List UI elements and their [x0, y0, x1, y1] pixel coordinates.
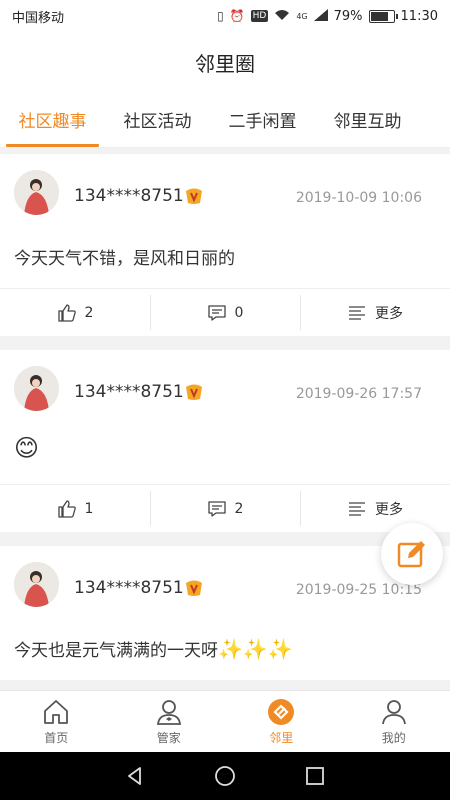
comment-icon — [207, 500, 226, 517]
carrier-label: 中国移动 — [12, 10, 65, 26]
nav-profile[interactable]: 我的 — [338, 691, 450, 752]
thumbs-up-icon — [57, 499, 76, 518]
tab-community-events[interactable]: 社区活动 — [105, 92, 210, 147]
hd-badge: HD — [250, 10, 269, 22]
avatar[interactable] — [14, 170, 59, 215]
more-button[interactable]: 更多 — [300, 289, 450, 336]
vip-badge-icon — [184, 579, 204, 597]
avatar[interactable] — [14, 562, 59, 607]
profile-icon — [381, 700, 406, 725]
post-time: 2019-09-26 17:57 — [295, 386, 422, 402]
thumbs-up-icon — [57, 303, 76, 322]
vip-badge-icon — [184, 187, 204, 205]
menu-lines-icon — [349, 501, 365, 516]
post-time: 2019-10-09 10:06 — [295, 190, 422, 206]
post-content: 今天天气不错，是风和日丽的 — [14, 249, 235, 269]
battery-icon — [368, 9, 398, 23]
butler-icon — [156, 700, 181, 725]
home-icon — [44, 700, 69, 724]
comment-count: 0 — [234, 304, 244, 321]
nav-butler-label: 管家 — [156, 731, 181, 745]
vibrate-icon: ▯ — [217, 9, 224, 23]
more-label: 更多 — [375, 501, 403, 518]
network-type-label: 4G — [296, 11, 308, 21]
post-username[interactable]: 134****8751 — [74, 186, 184, 206]
tab-community-fun[interactable]: 社区趣事 — [0, 92, 105, 147]
post-card[interactable]: 134****8751 2019-09-26 17:57 😊 1 2 更多 — [0, 350, 450, 532]
post-feed[interactable]: 134****8751 2019-10-09 10:06 今天天气不错，是风和日… — [0, 154, 450, 690]
wifi-icon — [274, 9, 290, 24]
page-title: 邻里圈 — [195, 51, 255, 76]
system-nav-bar — [0, 752, 450, 800]
status-icons: ▯ ⏰ HD 4G 79% 11:30 — [217, 8, 438, 24]
more-label: 更多 — [375, 305, 403, 322]
post-text: 今天也是元气满满的一天呀 — [14, 641, 218, 661]
like-count: 1 — [84, 500, 94, 517]
nav-neighbor-label: 邻里 — [269, 731, 294, 745]
more-button[interactable]: 更多 — [300, 485, 450, 532]
post-content: 今天也是元气满满的一天呀✨✨✨ — [14, 636, 293, 661]
compose-post-button[interactable] — [381, 523, 443, 585]
comment-icon — [207, 304, 226, 321]
post-username[interactable]: 134****8751 — [74, 382, 184, 402]
page-header: 邻里圈 — [0, 32, 450, 92]
nav-butler[interactable]: 管家 — [113, 691, 226, 752]
tab-second-hand[interactable]: 二手闲置 — [210, 92, 315, 147]
home-circle-icon[interactable] — [214, 765, 236, 787]
post-time: 2019-09-25 10:15 — [295, 582, 422, 598]
clock: 11:30 — [400, 8, 438, 24]
battery-percent: 79% — [333, 8, 363, 24]
nav-neighbor[interactable]: 邻里 — [225, 691, 338, 752]
alarm-icon: ⏰ — [229, 9, 245, 23]
sparkles-emoji: ✨✨✨ — [218, 637, 293, 661]
nav-home-label: 首页 — [44, 731, 69, 745]
recents-icon[interactable] — [304, 765, 326, 787]
post-username[interactable]: 134****8751 — [74, 578, 184, 598]
like-button[interactable]: 1 — [0, 485, 150, 532]
edit-icon — [397, 541, 425, 568]
like-button[interactable]: 2 — [0, 289, 150, 336]
neighbor-icon — [268, 699, 295, 725]
comment-count: 2 — [234, 500, 244, 517]
nav-profile-label: 我的 — [381, 731, 406, 745]
vip-badge-icon — [184, 383, 204, 401]
menu-lines-icon — [349, 305, 365, 320]
post-content: 😊 — [14, 434, 40, 462]
post-actions: 2 0 更多 — [0, 288, 450, 336]
back-icon[interactable] — [124, 765, 146, 787]
comment-button[interactable]: 2 — [150, 485, 300, 532]
signal-icon — [313, 8, 328, 24]
like-count: 2 — [84, 304, 94, 321]
post-actions: 1 2 更多 — [0, 484, 450, 532]
category-tabs: 社区趣事 社区活动 二手闲置 邻里互助 — [0, 92, 450, 148]
nav-home[interactable]: 首页 — [0, 691, 113, 752]
post-card[interactable]: 134****8751 2019-10-09 10:06 今天天气不错，是风和日… — [0, 154, 450, 336]
comment-button[interactable]: 0 — [150, 289, 300, 336]
status-bar: 中国移动 ▯ ⏰ HD 4G 79% 11:30 — [0, 0, 450, 32]
avatar[interactable] — [14, 366, 59, 411]
tab-neighbor-help[interactable]: 邻里互助 — [315, 92, 420, 147]
bottom-nav: 首页 管家 邻里 我的 — [0, 690, 450, 752]
